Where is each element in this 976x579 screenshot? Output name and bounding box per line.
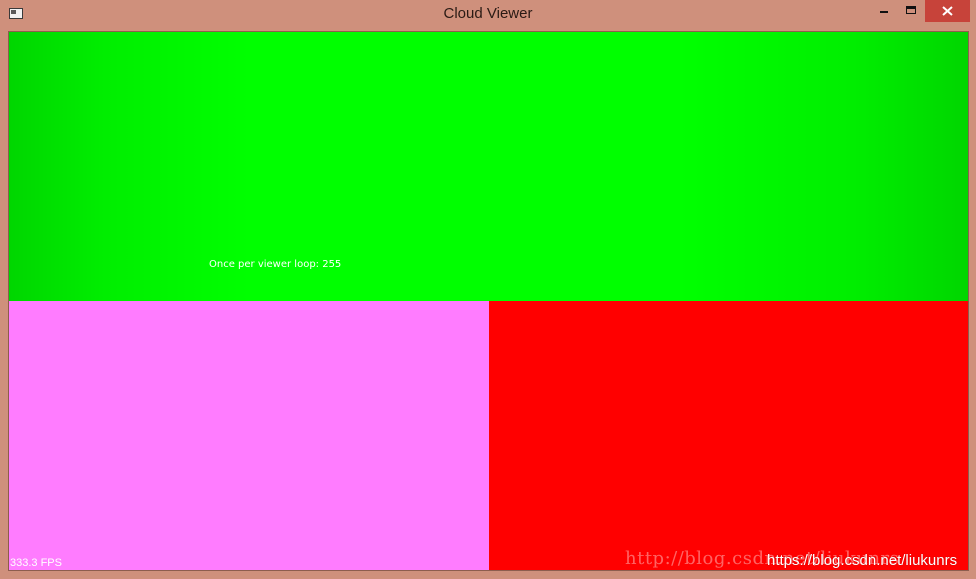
window-title: Cloud Viewer [443,5,533,22]
close-icon [942,6,953,16]
maximize-button[interactable] [898,0,924,22]
render-area[interactable]: Once per viewer loop: 255 333.3 FPS http… [8,31,969,571]
fps-counter: 333.3 FPS [10,557,62,569]
watermark-url: https://blog.csdn.net/liukunrs [767,552,958,569]
minimize-button[interactable] [871,0,897,22]
viewport-top[interactable]: Once per viewer loop: 255 [9,32,968,301]
close-button[interactable] [925,0,970,22]
viewport-bottom-left[interactable] [9,301,489,570]
title-bar[interactable]: Cloud Viewer [0,0,976,30]
cloud-viewer-window: Cloud Viewer Once per viewer loop: 255 3… [0,0,976,579]
viewport-bottom-right[interactable] [489,301,968,570]
viewer-loop-text: Once per viewer loop: 255 [209,259,342,270]
